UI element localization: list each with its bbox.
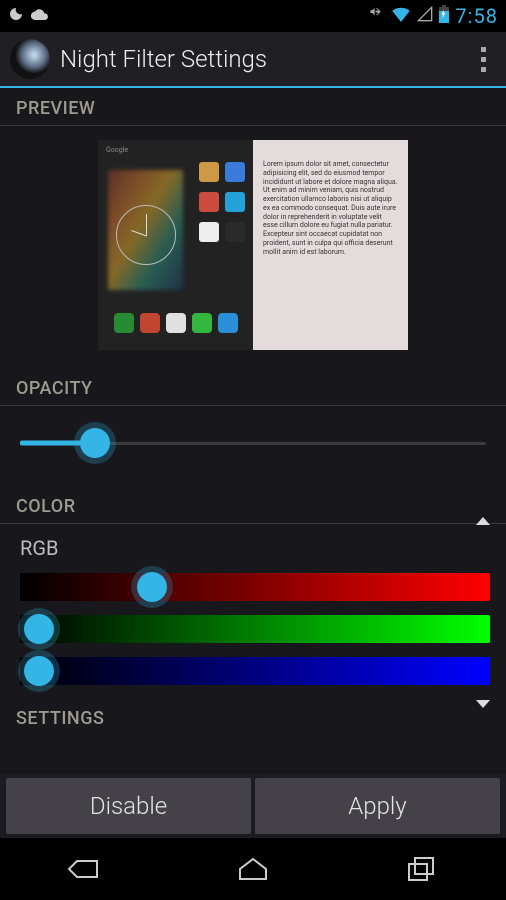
action-bar: Night Filter Settings [0, 32, 506, 88]
section-opacity-label: OPACITY [16, 378, 93, 399]
chevron-down-icon [476, 708, 490, 729]
preview-zone: Google Lorem ipsum dolor sit amet, conse… [0, 126, 506, 368]
section-color-label: COLOR [16, 496, 76, 517]
section-settings-header[interactable]: SETTINGS [0, 698, 506, 735]
status-clock: 7:58 [455, 4, 498, 28]
green-slider[interactable] [20, 608, 490, 650]
section-settings-label: SETTINGS [16, 708, 104, 729]
cloud-icon [30, 6, 50, 27]
clock-widget-icon [116, 205, 176, 265]
moon-icon [8, 6, 24, 27]
home-button[interactable] [223, 849, 283, 889]
preview-pair: Google Lorem ipsum dolor sit amet, conse… [98, 140, 408, 350]
apply-button[interactable]: Apply [255, 778, 500, 834]
red-slider[interactable] [20, 566, 490, 608]
preview-homescreen: Google [98, 140, 253, 350]
blue-slider[interactable] [20, 650, 490, 692]
preview-textpage: Lorem ipsum dolor sit amet, consectetur … [253, 140, 408, 350]
back-button[interactable] [54, 849, 114, 889]
section-opacity-header: OPACITY [0, 368, 506, 406]
content: PREVIEW Google Lorem ipsum dolor sit ame… [0, 88, 506, 838]
section-preview-label: PREVIEW [16, 98, 95, 119]
battery-icon [439, 5, 449, 28]
rgb-label: RGB [20, 526, 490, 566]
recents-button[interactable] [392, 849, 452, 889]
opacity-slider[interactable] [20, 422, 486, 464]
section-preview-header: PREVIEW [0, 88, 506, 126]
wifi-icon [391, 6, 411, 27]
bottom-button-bar: Disable Apply [0, 774, 506, 838]
overflow-menu-icon[interactable] [471, 39, 496, 80]
signal-icon [417, 6, 433, 27]
chevron-up-icon [476, 496, 490, 517]
mute-icon [369, 6, 385, 27]
app-title: Night Filter Settings [60, 45, 471, 73]
status-bar: 7:58 [0, 0, 506, 32]
app-icon [10, 39, 50, 79]
nav-bar [0, 838, 506, 900]
disable-button[interactable]: Disable [6, 778, 251, 834]
section-color-header[interactable]: COLOR [0, 486, 506, 524]
